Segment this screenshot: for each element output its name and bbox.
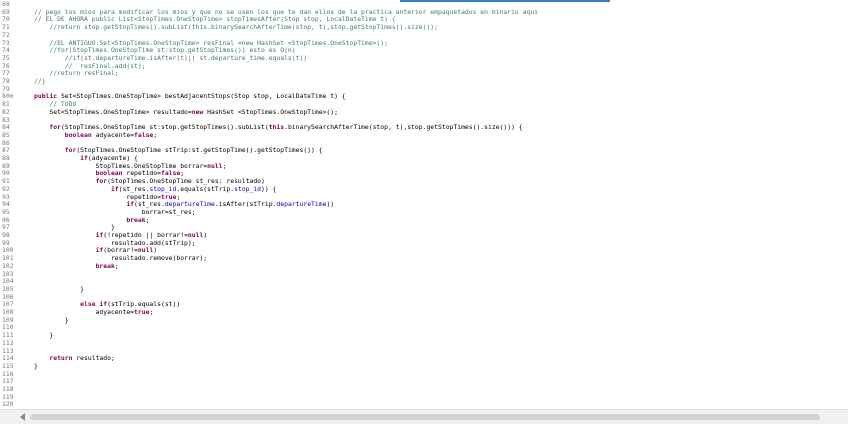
code-line[interactable]: 78//} (0, 77, 848, 86)
field-token: stop_id (234, 184, 262, 193)
code-token: .isAfter(stTrip. (214, 200, 277, 209)
code-line[interactable]: 108 adyacente=true; (0, 308, 848, 317)
line-code: //return resFinal; (34, 69, 119, 78)
code-editor[interactable]: 68 69// pego los mios para modificar los … (0, 0, 848, 409)
code-token: } (34, 331, 54, 340)
code-line[interactable]: 105 } (0, 284, 848, 294)
code-token: Set<StopTimes.OneStopTime> resultado= (34, 107, 192, 116)
line-code: //} (34, 77, 46, 86)
code-line[interactable]: 116 (0, 370, 848, 379)
code-token: ; (222, 161, 227, 170)
comment-token: //return stop.getStopTimes().subList(thi… (34, 23, 438, 32)
line-code: } (34, 284, 85, 294)
code-token: Set<StopTimes.OneStopTime> bestAdjacentS… (60, 92, 346, 101)
code-line[interactable]: 102 break; (0, 261, 848, 271)
keyword-token: break (126, 215, 146, 224)
code-line[interactable]: 118 (0, 385, 848, 394)
code-line[interactable]: 96 break; (0, 215, 848, 225)
keyword-token: false (134, 130, 154, 139)
code-token: ; (149, 308, 154, 316)
keyword-token: boolean (64, 130, 96, 139)
line-code: break; (34, 261, 119, 271)
line-code: Set<StopTimes.OneStopTime> resultado=new… (34, 107, 338, 117)
horizontal-scrollbar[interactable] (0, 409, 848, 424)
field-token: departureTime (276, 200, 327, 209)
line-code: //return stop.getStopTimes().subList(thi… (34, 23, 438, 32)
scroll-left-arrow-icon[interactable] (20, 413, 25, 421)
line-code: } (34, 361, 38, 371)
scroll-thumb[interactable] (30, 414, 820, 420)
code-token: HashSet <StopTimes.OneStopTime>(); (207, 107, 338, 116)
code-token: .equals(stTrip. (176, 184, 235, 193)
keyword-token: null (207, 161, 223, 170)
code-token: } (34, 361, 38, 370)
code-line[interactable]: 104 (0, 277, 848, 286)
code-line[interactable]: 76 // resFinal.add(st); (0, 62, 848, 71)
code-line[interactable]: 109 } (0, 315, 848, 325)
code-line[interactable]: 110 (0, 324, 848, 332)
line-code: } (34, 315, 69, 325)
code-token: resultado; (76, 354, 115, 363)
code-token: adyacente= (95, 130, 135, 139)
code-line[interactable]: 85 boolean adyacente=false; (0, 130, 848, 140)
code-token: .binarySearchAfterTime(stop, t),stop.get… (284, 123, 523, 132)
code-line[interactable]: 112 (0, 339, 848, 348)
code-line[interactable]: 114 return resultado; (0, 354, 848, 363)
line-code: } (34, 331, 54, 340)
code-line[interactable]: 120 (0, 401, 848, 409)
code-token: ; (145, 215, 150, 224)
code-token: )) { (261, 184, 277, 193)
code-line[interactable]: 117 (0, 378, 848, 386)
code-token: } (34, 284, 85, 293)
line-code: return resultado; (34, 354, 115, 363)
code-line[interactable]: 77 //return resFinal; (0, 69, 848, 78)
code-token: ; (114, 261, 119, 270)
code-line[interactable]: 101 resultado.remove(borrar); (0, 254, 848, 263)
line-code: public Set<StopTimes.OneStopTime> bestAd… (34, 93, 346, 101)
code-line[interactable]: 103 (0, 270, 848, 279)
code-token: } (34, 315, 69, 324)
keyword-token: return (49, 354, 77, 363)
line-number: 120 (2, 400, 14, 409)
keyword-token: break (95, 261, 115, 270)
code-line[interactable]: 115} (0, 361, 848, 371)
comment-token: //return resFinal; (34, 69, 119, 78)
code-line[interactable]: 82 Set<StopTimes.OneStopTime> resultado=… (0, 107, 848, 117)
code-line[interactable]: 71 //return stop.getStopTimes().subList(… (0, 23, 848, 32)
code-line[interactable]: 80⊖ public Set<StopTimes.OneStopTime> bes… (0, 93, 848, 101)
code-token: )) (326, 200, 335, 209)
keyword-token: this (268, 123, 285, 132)
code-token: ) (203, 231, 208, 239)
line-code: boolean adyacente=false; (34, 130, 158, 140)
keyword-token: true (134, 308, 150, 316)
code-token: ; (153, 130, 158, 139)
code-line[interactable]: 119 (0, 393, 848, 402)
keyword-token: new (191, 107, 208, 116)
code-line[interactable]: 113 (0, 347, 848, 356)
comment-token: //} (34, 77, 46, 85)
code-line[interactable]: 111 } (0, 331, 848, 340)
